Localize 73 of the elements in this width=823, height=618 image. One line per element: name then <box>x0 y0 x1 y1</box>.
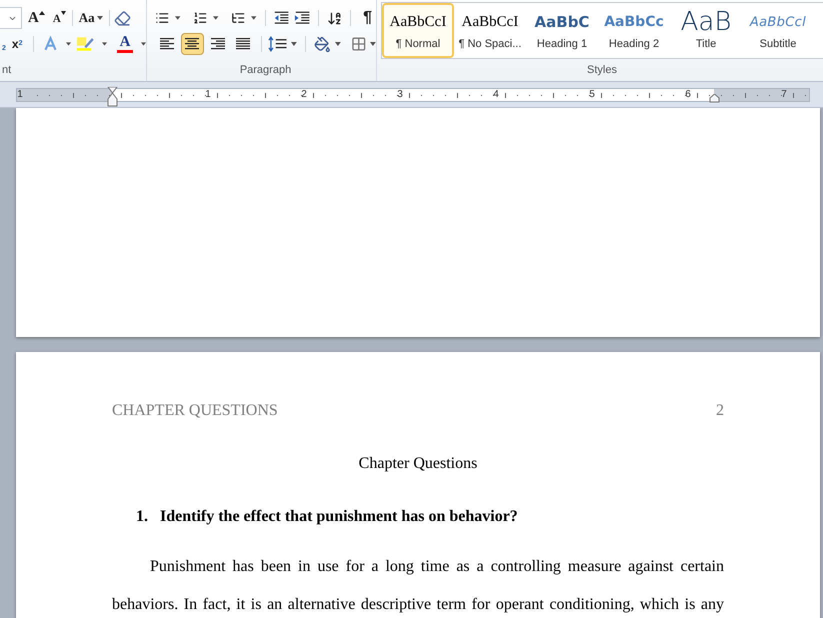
style-name: Heading 2 <box>608 37 660 52</box>
subscript-button[interactable]: 2 <box>0 35 6 53</box>
borders-icon[interactable] <box>350 36 366 52</box>
ruler-number: 5 <box>589 88 595 100</box>
body-paragraph: Punishment has been in use for a long time as a controlling measure against certain behaviors. In fact, it is an alternative descriptive term for operant conditioning, which is any <box>112 557 724 615</box>
ruler-number: 7 <box>781 88 787 100</box>
caret-icon <box>291 42 298 46</box>
line-spacing-icon[interactable] <box>268 36 288 52</box>
caret-icon <box>370 42 376 46</box>
caret-icon <box>213 16 219 20</box>
decrease-indent-icon <box>273 11 290 25</box>
question-text: Identify the effect that punishment has on behavior? <box>160 507 518 527</box>
superscript-button[interactable]: x$^{2}$ <box>12 35 22 53</box>
font-color-bar-icon <box>117 50 133 53</box>
ruler-number: 2 <box>301 88 307 100</box>
align-right-icon <box>210 38 226 50</box>
style-preview: AaBbCcI <box>390 13 446 32</box>
style-gallery-item[interactable]: AaBbCc Heading 2 <box>598 3 670 58</box>
caret-icon <box>66 42 72 46</box>
bullets-icon[interactable] <box>155 10 170 26</box>
group-label: nt <box>1 62 12 78</box>
ruler-number: 3 <box>397 88 403 100</box>
style-gallery-item[interactable]: AaBbC Heading 1 <box>526 3 598 58</box>
ruler-number: 6 <box>685 88 691 100</box>
alignment-button[interactable] <box>180 33 204 55</box>
caret-icon <box>251 16 257 20</box>
style-name: Heading 1 <box>536 37 588 52</box>
numbering-icon[interactable] <box>192 10 208 26</box>
ruler-number: 4 <box>493 88 499 100</box>
indent-marker-icon[interactable] <box>107 86 118 106</box>
multilevel-list-icon[interactable] <box>230 10 246 26</box>
font-size-field[interactable] <box>0 7 22 29</box>
style-preview: AaBbC <box>534 12 590 34</box>
style-name: ¶ Normal <box>396 37 440 52</box>
group-label: Paragraph <box>240 62 292 78</box>
clear-formatting-icon[interactable] <box>114 10 131 26</box>
style-gallery-item[interactable]: AaBbCcI ¶ Normal <box>382 3 454 58</box>
font-color-button[interactable]: A <box>117 35 133 53</box>
caret-icon <box>334 42 341 46</box>
increase-indent-icon <box>294 11 310 25</box>
style-gallery-item[interactable]: AaB Title <box>670 3 742 58</box>
right-indent-marker-icon[interactable] <box>709 94 720 102</box>
list-number: 1. <box>136 507 149 527</box>
up-triangle-icon <box>38 11 45 15</box>
ruler-number: 1 <box>17 88 23 100</box>
justify-icon <box>235 38 252 50</box>
down-triangle-icon <box>60 11 66 15</box>
style-preview: AaBbCcI <box>462 13 518 32</box>
align-left-icon <box>158 38 175 50</box>
style-name: ¶ No Spaci... <box>458 37 522 52</box>
document-title: Chapter Questions <box>358 454 478 474</box>
style-gallery-item[interactable]: AaBbCcI ¶ No Spaci... <box>454 3 526 58</box>
shrink-font-button[interactable]: A <box>50 7 68 29</box>
style-gallery-item[interactable]: AaBbCcl Subtitle <box>742 3 814 58</box>
grow-font-button[interactable]: A <box>26 7 47 29</box>
group-label: Styles <box>587 62 617 78</box>
page-number: 2 <box>716 401 724 421</box>
style-preview: AaB <box>680 8 732 36</box>
style-name: Subtitle <box>760 37 796 52</box>
caret-icon <box>102 42 107 46</box>
align-center-icon <box>184 38 200 50</box>
style-preview: AaBbCcl <box>750 14 806 32</box>
shading-icon[interactable] <box>314 36 331 52</box>
style-preview: AaBbCc <box>604 12 664 32</box>
ruler-number: 1 <box>205 88 211 100</box>
highlighter-icon[interactable] <box>77 35 94 53</box>
caret-icon <box>141 42 146 46</box>
show-marks-button[interactable]: ¶ <box>359 6 376 30</box>
caret-icon <box>175 16 181 20</box>
change-case-button[interactable]: Aa <box>76 7 105 29</box>
caret-icon <box>96 16 103 20</box>
style-name: Title <box>696 37 716 52</box>
running-header: CHAPTER QUESTIONS <box>112 401 278 421</box>
